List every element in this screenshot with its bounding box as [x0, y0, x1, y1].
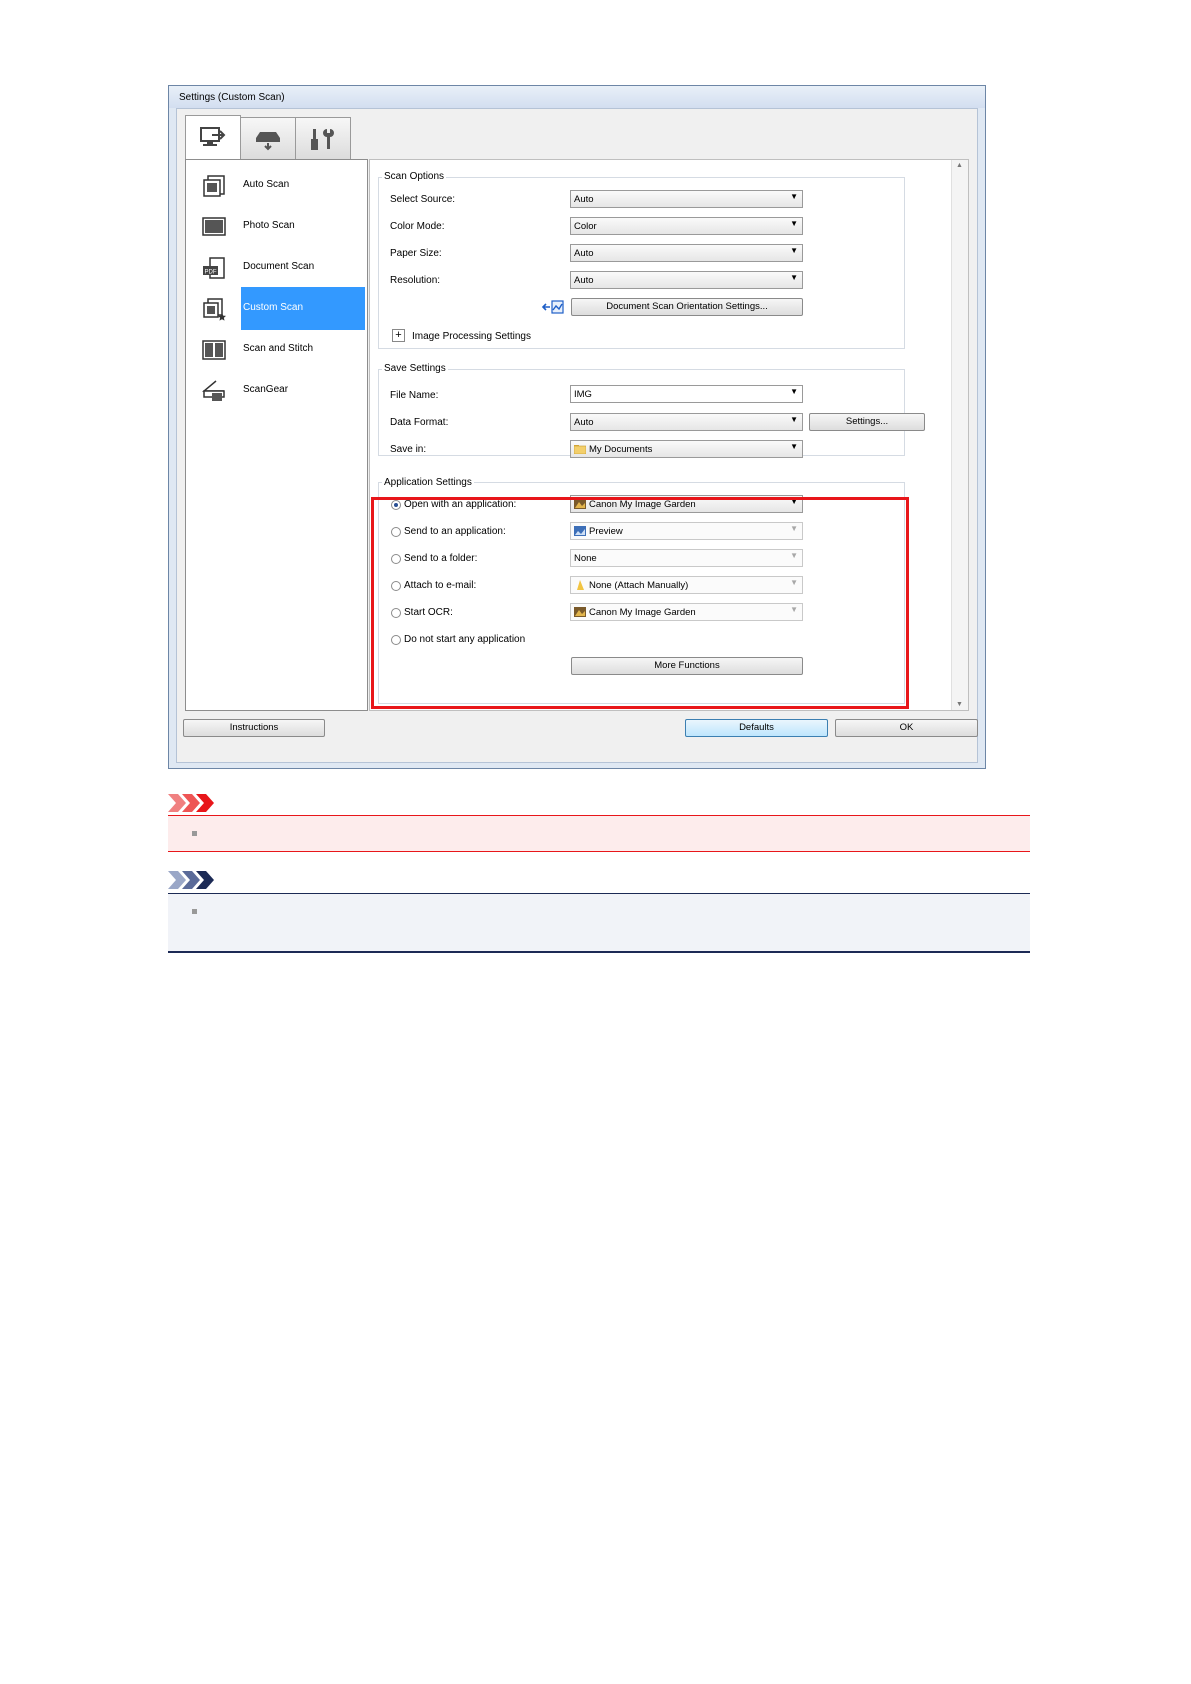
important-bottom-rule [168, 851, 1030, 852]
important-box [168, 816, 1030, 851]
tab-general-settings[interactable] [295, 117, 351, 160]
chevron-down-icon: ▼ [790, 192, 798, 201]
general-settings-icon [311, 129, 334, 150]
chevron-down-icon: ▼ [790, 415, 798, 424]
scan-from-operation-panel-icon [256, 132, 280, 151]
note-box [168, 894, 1030, 951]
select-source-label: Select Source: [390, 194, 456, 205]
highlight-frame [371, 497, 909, 709]
sidebar-item-scan-and-stitch[interactable]: Scan and Stitch [186, 328, 367, 370]
scan-from-computer-icon [200, 127, 226, 146]
file-name-input[interactable]: IMG ▼ [570, 385, 803, 403]
save-in-value: My Documents [589, 444, 653, 455]
sidebar-item-label: Custom Scan [243, 302, 304, 313]
chevron-down-icon: ▼ [790, 246, 798, 255]
note-bottom-rule [168, 951, 1030, 953]
application-settings-title: Application Settings [382, 477, 474, 488]
color-mode-dropdown[interactable]: Color ▼ [570, 217, 803, 235]
image-processing-settings-label[interactable]: Image Processing Settings [412, 331, 531, 342]
data-format-value: Auto [574, 417, 594, 428]
save-in-dropdown[interactable]: My Documents ▼ [570, 440, 803, 458]
file-name-value: IMG [574, 389, 592, 400]
sidebar-item-label: Scan and Stitch [243, 343, 314, 354]
chevron-down-icon[interactable]: ▼ [790, 387, 798, 396]
ok-button[interactable]: OK [835, 719, 978, 737]
paper-size-dropdown[interactable]: Auto ▼ [570, 244, 803, 262]
format-settings-button[interactable]: Settings... [809, 413, 925, 431]
sidebar-item-auto-scan[interactable]: Auto Scan [186, 164, 367, 206]
scroll-up-icon[interactable]: ▲ [956, 162, 963, 169]
color-mode-value: Color [574, 221, 597, 232]
defaults-button[interactable]: Defaults [685, 719, 828, 737]
sidebar-item-label: Document Scan [243, 261, 315, 272]
chevron-down-icon: ▼ [790, 219, 798, 228]
sidebar-item-document-scan[interactable]: PDF Document Scan [186, 246, 367, 288]
save-settings-title: Save Settings [382, 363, 448, 374]
tab-scan-from-computer[interactable] [185, 115, 241, 160]
sidebar-item-scangear[interactable]: ScanGear [186, 369, 367, 411]
scan-options-title: Scan Options [382, 171, 447, 182]
scan-and-stitch-icon [202, 340, 226, 360]
paper-size-value: Auto [574, 248, 594, 259]
sidebar-item-photo-scan[interactable]: Photo Scan [186, 205, 367, 247]
bullet-icon [192, 909, 197, 914]
color-mode-label: Color Mode: [390, 221, 445, 232]
important-icon [168, 794, 214, 812]
instructions-button[interactable]: Instructions [183, 719, 325, 737]
expand-button[interactable]: + [392, 329, 405, 342]
svg-text:PDF: PDF [205, 270, 217, 276]
resolution-label: Resolution: [390, 275, 441, 286]
select-source-dropdown[interactable]: Auto ▼ [570, 190, 803, 208]
custom-scan-icon [203, 298, 226, 321]
scroll-down-icon[interactable]: ▼ [956, 701, 963, 708]
paper-size-label: Paper Size: [390, 248, 442, 259]
vertical-scrollbar[interactable]: ▲ ▼ [951, 160, 968, 710]
select-source-value: Auto [574, 194, 594, 205]
save-in-label: Save in: [390, 444, 427, 455]
file-name-label: File Name: [390, 390, 439, 401]
document-scan-icon: PDF [203, 257, 225, 279]
resolution-dropdown[interactable]: Auto ▼ [570, 271, 803, 289]
data-format-dropdown[interactable]: Auto ▼ [570, 413, 803, 431]
data-format-label: Data Format: [390, 417, 449, 428]
note-icon [168, 871, 214, 889]
scangear-icon [202, 380, 225, 401]
bullet-icon [192, 831, 197, 836]
folder-icon [574, 445, 586, 454]
sidebar-item-label: ScanGear [243, 384, 289, 395]
document-orientation-icon [541, 300, 564, 314]
resolution-value: Auto [574, 275, 594, 286]
tab-scan-from-operation-panel[interactable] [240, 117, 296, 160]
scan-type-list: Auto Scan Photo Scan PDF Document Scan C… [185, 159, 368, 711]
dialog-title: Settings (Custom Scan) [179, 92, 285, 103]
auto-scan-icon [203, 175, 225, 197]
photo-scan-icon [202, 217, 226, 236]
document-scan-orientation-settings-button[interactable]: Document Scan Orientation Settings... [571, 298, 803, 316]
chevron-down-icon: ▼ [790, 442, 798, 451]
title-bar: Settings (Custom Scan) [169, 86, 985, 108]
sidebar-item-label: Photo Scan [243, 220, 295, 231]
sidebar-item-custom-scan[interactable]: Custom Scan [186, 287, 367, 330]
sidebar-item-label: Auto Scan [243, 179, 290, 190]
chevron-down-icon: ▼ [790, 273, 798, 282]
